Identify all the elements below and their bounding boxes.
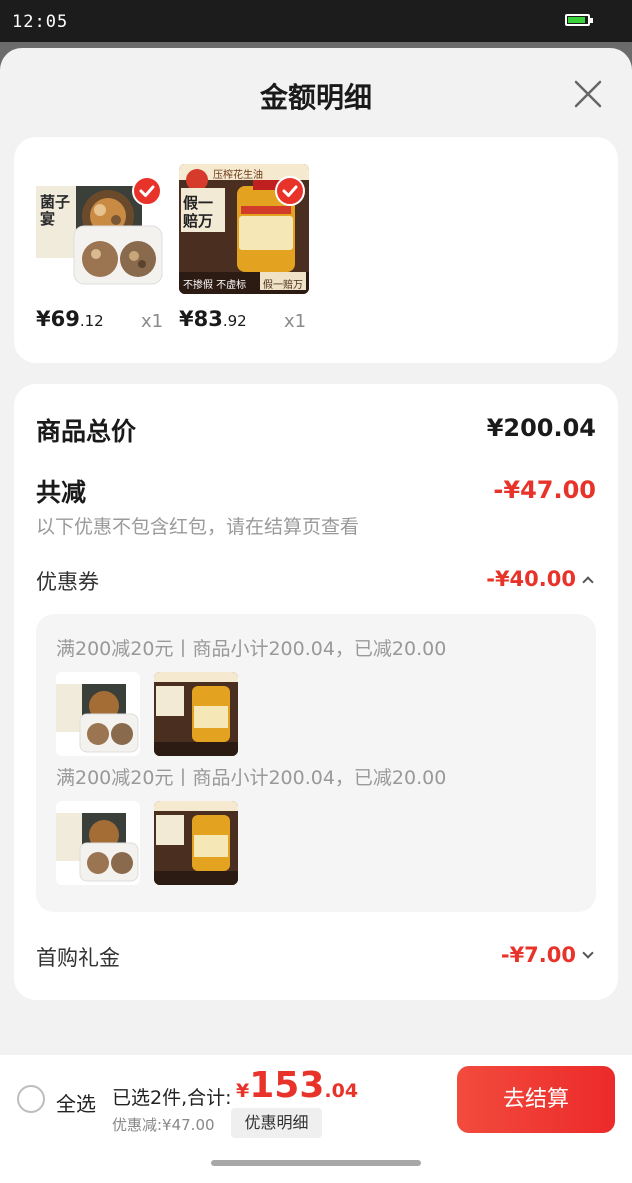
- first-purchase-gift-label: 首购礼金: [36, 946, 120, 970]
- coupon-product-thumb-oil: [154, 801, 238, 885]
- discount-note: 以下优惠不包含红包，请在结算页查看: [36, 516, 360, 538]
- product-quantity: x1: [141, 311, 164, 332]
- oil-box-label: 假一赔万: [183, 194, 214, 230]
- amount-detail-sheet: 金额明细 菌子宴 ¥69.12 x1 压榨花生油 假一赔万 不掺假 不虚标 假一…: [0, 48, 632, 1183]
- close-icon: [574, 80, 602, 108]
- chevron-up-icon: [582, 576, 594, 588]
- select-all-radio[interactable]: [17, 1085, 45, 1113]
- sheet-title: 金额明细: [259, 81, 372, 114]
- discount-amount-text: 优惠减:¥47.00: [112, 1116, 215, 1134]
- oil-bottom-left-label: 不掺假 不虚标: [183, 280, 247, 291]
- battery-icon: [565, 14, 593, 26]
- coupon-value: -¥40.00: [486, 567, 576, 591]
- oil-bottom-right-label: 假一赔万: [263, 280, 303, 291]
- checked-icon[interactable]: [275, 176, 305, 206]
- coupon-line: 满200减20元丨商品小计200.04，已减20.00: [56, 767, 447, 789]
- total-price-label: 商品总价: [36, 417, 137, 446]
- gift-toggle[interactable]: -¥7.00: [500, 943, 594, 967]
- home-indicator[interactable]: [211, 1160, 421, 1166]
- battery-level: [568, 17, 585, 23]
- coupon-product-thumb-mushroom: [56, 672, 140, 756]
- price-summary-card: 商品总价 ¥200.04 共减 -¥47.00 以下优惠不包含红包，请在结算页查…: [14, 384, 618, 1000]
- product-box-label: 菌子宴: [40, 193, 71, 228]
- total-amount: ¥153.04: [236, 1065, 359, 1106]
- select-all-label[interactable]: 全选: [56, 1088, 96, 1117]
- status-time: 12:05: [12, 12, 69, 32]
- reduce-value: -¥47.00: [493, 476, 596, 504]
- gift-value: -¥7.00: [500, 943, 576, 967]
- close-button[interactable]: [570, 76, 606, 112]
- products-card: 菌子宴 ¥69.12 x1 压榨花生油 假一赔万 不掺假 不虚标 假一赔万 ¥8…: [14, 137, 618, 363]
- coupon-toggle[interactable]: -¥40.00: [486, 567, 594, 591]
- oil-top-label: 压榨花生油: [213, 170, 263, 181]
- coupon-line: 满200减20元丨商品小计200.04，已减20.00: [56, 638, 447, 660]
- total-price-value: ¥200.04: [486, 414, 596, 442]
- reduce-label: 共减: [36, 478, 87, 507]
- checked-icon[interactable]: [132, 176, 162, 206]
- coupon-product-thumb-oil: [154, 672, 238, 756]
- product-price: ¥83.92: [179, 307, 247, 331]
- product-quantity: x1: [284, 311, 307, 332]
- coupon-label: 优惠券: [36, 570, 99, 594]
- checkout-bar: 全选 已选2件,合计: ¥153.04 优惠减:¥47.00 优惠明细 去结算: [0, 1055, 632, 1143]
- checkout-button[interactable]: 去结算: [457, 1066, 615, 1133]
- coupon-detail-box: 满200减20元丨商品小计200.04，已减20.00 满200减20元丨商品小…: [36, 614, 596, 912]
- coupon-product-thumb-mushroom: [56, 801, 140, 885]
- product-price: ¥69.12: [36, 307, 104, 331]
- discount-detail-button[interactable]: 优惠明细: [231, 1108, 322, 1138]
- selected-count-text: 已选2件,合计:: [112, 1087, 232, 1109]
- status-bar: 12:05: [0, 0, 632, 42]
- chevron-down-icon: [582, 947, 594, 959]
